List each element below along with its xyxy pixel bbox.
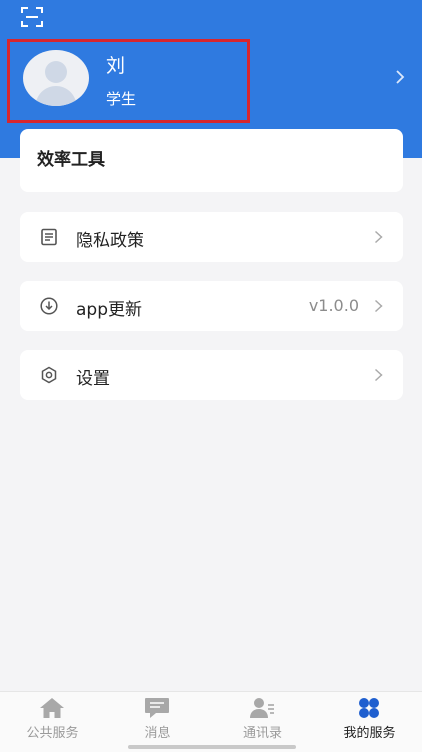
tab-label: 消息 xyxy=(144,726,171,741)
tab-label: 我的服务 xyxy=(343,726,396,741)
section-title: 效率工具 xyxy=(37,150,105,170)
menu-item-settings[interactable]: 设置 xyxy=(20,350,403,400)
efficiency-tools-card: 效率工具 xyxy=(20,129,403,192)
menu-item-label: 隐私政策 xyxy=(76,231,144,251)
gear-icon xyxy=(41,366,57,384)
tab-messages[interactable]: 消息 xyxy=(105,692,210,742)
home-indicator xyxy=(128,745,296,749)
document-icon xyxy=(41,228,57,246)
chevron-right-icon xyxy=(374,230,383,244)
scan-icon[interactable] xyxy=(21,7,43,27)
menu-item-privacy-policy[interactable]: 隐私政策 xyxy=(20,212,403,262)
tab-my-services[interactable]: 我的服务 xyxy=(317,692,422,742)
tab-label: 通讯录 xyxy=(242,726,282,741)
user-role: 学生 xyxy=(106,90,137,108)
message-icon xyxy=(145,698,169,718)
clover-icon xyxy=(359,698,379,718)
download-icon xyxy=(40,297,58,315)
user-avatar-icon xyxy=(35,61,77,106)
profile-card[interactable]: 刘 学生 xyxy=(7,39,250,123)
contacts-icon xyxy=(250,698,274,718)
app-version: v1.0.0 xyxy=(308,296,359,315)
bottom-tab-bar: 公共服务 消息 通讯录 我的服务 xyxy=(0,691,422,752)
tab-contacts[interactable]: 通讯录 xyxy=(210,692,315,742)
menu-item-app-update[interactable]: app更新 v1.0.0 xyxy=(20,281,403,331)
avatar[interactable] xyxy=(23,50,89,106)
tab-label: 公共服务 xyxy=(26,726,79,741)
chevron-right-icon xyxy=(374,299,383,313)
menu-item-label: 设置 xyxy=(76,369,110,389)
chevron-right-icon xyxy=(374,368,383,382)
tab-public-services[interactable]: 公共服务 xyxy=(0,692,105,742)
home-icon xyxy=(40,698,64,718)
user-name: 刘 xyxy=(106,55,126,77)
menu-item-label: app更新 xyxy=(76,300,142,320)
chevron-right-icon[interactable] xyxy=(394,69,406,85)
